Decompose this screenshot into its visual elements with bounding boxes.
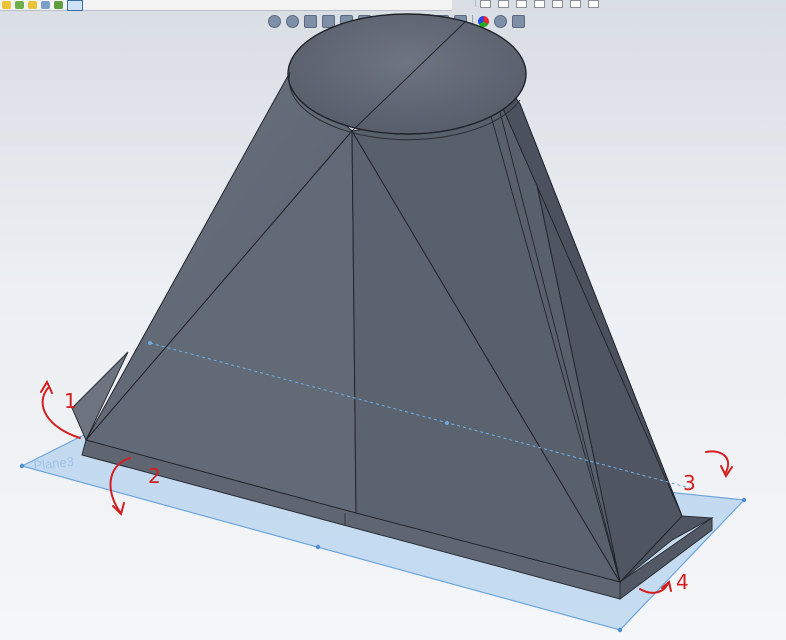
annotation-4: 4 [676, 570, 689, 594]
annotation-3: 3 [683, 471, 696, 495]
sketch-point[interactable] [148, 341, 152, 345]
graphics-area[interactable]: Plane3 1 2 3 4 [0, 0, 786, 640]
sketch-point[interactable] [445, 421, 449, 425]
annotation-1: 1 [64, 389, 77, 413]
annotation-2: 2 [148, 464, 161, 488]
